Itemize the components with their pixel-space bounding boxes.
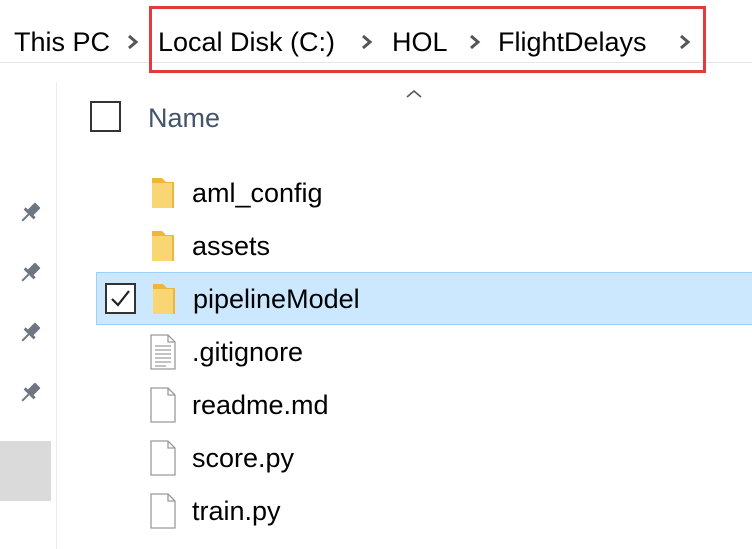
- file-name: train.py: [192, 496, 281, 526]
- file-name: score.py: [192, 443, 295, 473]
- checkmark-icon: [111, 290, 130, 307]
- navigation-pane-scrollbar-thumb[interactable]: [0, 441, 51, 501]
- pin-icon[interactable]: [17, 320, 43, 346]
- text-file-icon: [148, 334, 178, 370]
- file-name: .gitignore: [192, 337, 304, 367]
- file-name: aml_config: [192, 178, 323, 208]
- breadcrumb-highlight-box: [149, 6, 706, 73]
- select-all-checkbox[interactable]: [90, 101, 121, 132]
- list-item-aml-config[interactable]: aml_config: [96, 167, 752, 220]
- pin-icon[interactable]: [17, 200, 43, 226]
- file-icon: [148, 440, 178, 476]
- pin-icon[interactable]: [17, 380, 43, 406]
- list-item-score-py[interactable]: score.py: [96, 432, 752, 485]
- list-item-train-py[interactable]: train.py: [96, 485, 752, 538]
- list-item-assets[interactable]: assets: [96, 220, 752, 273]
- column-header-name[interactable]: Name: [148, 98, 220, 138]
- list-item-pipelinemodel[interactable]: pipelineModel: [96, 272, 752, 325]
- file-icon: [148, 387, 178, 423]
- chevron-right-icon[interactable]: [126, 30, 140, 54]
- sort-ascending-icon[interactable]: [405, 86, 423, 98]
- folder-icon: [148, 228, 178, 264]
- item-checkbox-checked[interactable]: [105, 283, 136, 314]
- pin-icon[interactable]: [17, 260, 43, 286]
- file-icon: [148, 493, 178, 529]
- breadcrumb-this-pc[interactable]: This PC: [14, 22, 110, 62]
- list-item-gitignore[interactable]: .gitignore: [96, 326, 752, 379]
- list-item-readme-md[interactable]: readme.md: [96, 379, 752, 432]
- folder-icon: [149, 281, 179, 317]
- pane-divider[interactable]: [56, 82, 57, 549]
- folder-icon: [148, 175, 178, 211]
- file-name: pipelineModel: [193, 284, 360, 314]
- file-name: readme.md: [192, 390, 329, 420]
- file-name: assets: [192, 231, 271, 261]
